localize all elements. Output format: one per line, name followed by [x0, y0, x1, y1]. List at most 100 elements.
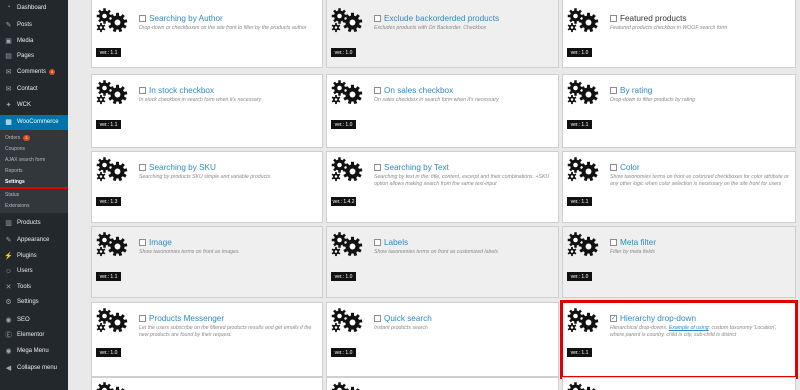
extension-card-partial [326, 377, 559, 390]
extension-card-featured-products: ver.: 1.0 Featured products Featured produ… [562, 0, 796, 68]
extension-title-row[interactable]: Searching by Text [374, 163, 449, 172]
enable-checkbox[interactable] [374, 15, 381, 22]
version-badge: ver.: 1.0 [331, 120, 356, 129]
extension-title[interactable]: Color [620, 163, 640, 172]
extension-title-row[interactable]: On sales checkbox [374, 86, 453, 95]
count-badge: 3 [23, 134, 30, 141]
pin-icon: ✎ [5, 22, 12, 30]
extension-title[interactable]: Labels [384, 238, 408, 247]
submenu-item-coupons[interactable]: Coupons [0, 143, 68, 154]
menu-item-tools[interactable]: ✕ Tools [0, 279, 68, 295]
extension-title[interactable]: Hierarchy drop-down [620, 314, 696, 323]
collapse-icon: ◀ [5, 365, 12, 373]
extension-title[interactable]: Exclude backorderded products [384, 14, 499, 23]
enable-checkbox[interactable] [374, 164, 381, 171]
extension-title[interactable]: Products Messenger [149, 314, 224, 323]
enable-checkbox[interactable] [374, 239, 381, 246]
submenu-item-orders[interactable]: Orders 3 [0, 132, 68, 143]
extension-card-partial [562, 377, 796, 390]
version-badge: ver.: 1.0 [96, 348, 121, 357]
submenu-item-settings[interactable]: Settings [0, 176, 68, 187]
extension-title-row[interactable]: ✓ Hierarchy drop-down [610, 314, 696, 323]
menu-item-posts[interactable]: ✎ Posts [0, 18, 68, 34]
extensions-grid: ver.: 1.1 Searching by Author Drop-down or… [68, 0, 800, 390]
menu-item-dashboard[interactable]: ◔ Dashboard [0, 0, 68, 16]
extension-title[interactable]: On sales checkbox [384, 86, 453, 95]
extension-title-row[interactable]: Featured products [610, 14, 686, 23]
menu-item-products[interactable]: ▥ Products [0, 215, 68, 231]
extension-title[interactable]: Searching by SKU [149, 163, 216, 172]
extension-title-row[interactable]: Exclude backorderded products [374, 14, 499, 23]
enable-checkbox[interactable]: ✓ [610, 315, 617, 322]
extension-description: In stock checkbox in search form when it… [139, 97, 262, 103]
extension-title[interactable]: Featured products [620, 14, 686, 23]
menu-item-wck[interactable]: ✦ WCK [0, 97, 68, 113]
menu-item-appearance[interactable]: ✎ Appearance [0, 233, 68, 249]
extension-title-row[interactable]: Labels [374, 238, 408, 247]
extension-title-row[interactable]: By rating [610, 86, 652, 95]
mega-menu-icon: ◉ [5, 347, 12, 355]
extension-title[interactable]: Searching by Author [149, 14, 223, 23]
enable-checkbox[interactable] [610, 239, 617, 246]
extension-title-row[interactable]: Meta filter [610, 238, 656, 247]
menu-item-mega-menu[interactable]: ◉ Mega Menu [0, 343, 68, 359]
enable-checkbox[interactable] [374, 87, 381, 94]
enable-checkbox[interactable] [139, 164, 146, 171]
enable-checkbox[interactable] [139, 15, 146, 22]
submenu-item-label: Reports [5, 167, 23, 174]
version-badge: ver.: 1.1 [567, 197, 592, 206]
extension-title[interactable]: Quick search [384, 314, 432, 323]
example-link[interactable]: Example of using [669, 325, 709, 331]
extension-title[interactable]: Meta filter [620, 238, 656, 247]
extension-title-row[interactable]: Searching by Author [139, 14, 223, 23]
extension-title[interactable]: By rating [620, 86, 652, 95]
mail-icon: ✉ [5, 86, 12, 94]
menu-item-seo[interactable]: ◉ SEO [0, 312, 68, 328]
menu-item-collapse-menu[interactable]: ◀ Collapse menu [0, 361, 68, 377]
menu-item-users[interactable]: ☺ Users [0, 264, 68, 280]
menu-item-plugins[interactable]: ⚡ Plugins [0, 248, 68, 264]
menu-item-label: Tools [17, 283, 32, 290]
menu-item-pages[interactable]: ▤ Pages [0, 49, 68, 65]
menu-item-label: Products [17, 219, 41, 226]
menu-item-elementor[interactable]: Ⓔ Elementor [0, 328, 68, 344]
enable-checkbox[interactable] [139, 87, 146, 94]
submenu-item-status[interactable]: Status [0, 189, 68, 200]
menu-item-label: Appearance [17, 237, 50, 244]
extension-title-row[interactable]: In stock checkbox [139, 86, 214, 95]
extension-title-row[interactable]: Image [139, 238, 172, 247]
extension-card-meta-filter: ver.: 1.0 Meta filter Filter by meta field… [562, 226, 796, 298]
extension-card-searching-by-sku: ver.: 1.3 Searching by SKU Searching by pr… [91, 151, 323, 223]
version-badge: ver.: 1.0 [331, 272, 356, 281]
enable-checkbox[interactable] [139, 315, 146, 322]
gears-icon [331, 80, 363, 105]
extension-title-row[interactable]: Searching by SKU [139, 163, 216, 172]
gears-icon [96, 382, 125, 390]
menu-item-comments[interactable]: ✉ Comments 4 [0, 64, 68, 80]
extension-title-row[interactable]: Products Messenger [139, 314, 224, 323]
enable-checkbox[interactable] [139, 239, 146, 246]
version-badge: ver.: 1.1 [96, 120, 121, 129]
submenu-item-label: Coupons [5, 145, 26, 152]
enable-checkbox[interactable] [610, 15, 617, 22]
extension-title-row[interactable]: Quick search [374, 314, 432, 323]
enable-checkbox[interactable] [374, 315, 381, 322]
extension-card-in-stock-checkbox: ver.: 1.1 In stock checkbox In stock check… [91, 74, 323, 148]
submenu-item-reports[interactable]: Reports [0, 165, 68, 176]
version-badge: ver.: 1.0 [331, 48, 356, 57]
extension-title[interactable]: In stock checkbox [149, 86, 214, 95]
enable-checkbox[interactable] [610, 164, 617, 171]
menu-item-settings[interactable]: ⚙ Settings [0, 295, 68, 311]
menu-item-woocommerce[interactable]: ▦ WooCommerce [0, 114, 68, 130]
extension-title[interactable]: Searching by Text [384, 163, 449, 172]
extension-card-by-rating: ver.: 1.1 By rating Drop-down to filter pr… [562, 74, 796, 148]
menu-item-contact[interactable]: ✉ Contact [0, 82, 68, 98]
submenu-item-extensions[interactable]: Extensions [0, 200, 68, 211]
enable-checkbox[interactable] [610, 87, 617, 94]
extension-description: Searching by products SKU simple and var… [139, 174, 271, 180]
extension-description: Featured products checkbox in WOOF searc… [610, 25, 728, 31]
menu-item-media[interactable]: ▣ Media [0, 33, 68, 49]
submenu-item-ajax-search-form[interactable]: AJAX search form [0, 154, 68, 165]
extension-title[interactable]: Image [149, 238, 172, 247]
extension-title-row[interactable]: Color [610, 163, 640, 172]
